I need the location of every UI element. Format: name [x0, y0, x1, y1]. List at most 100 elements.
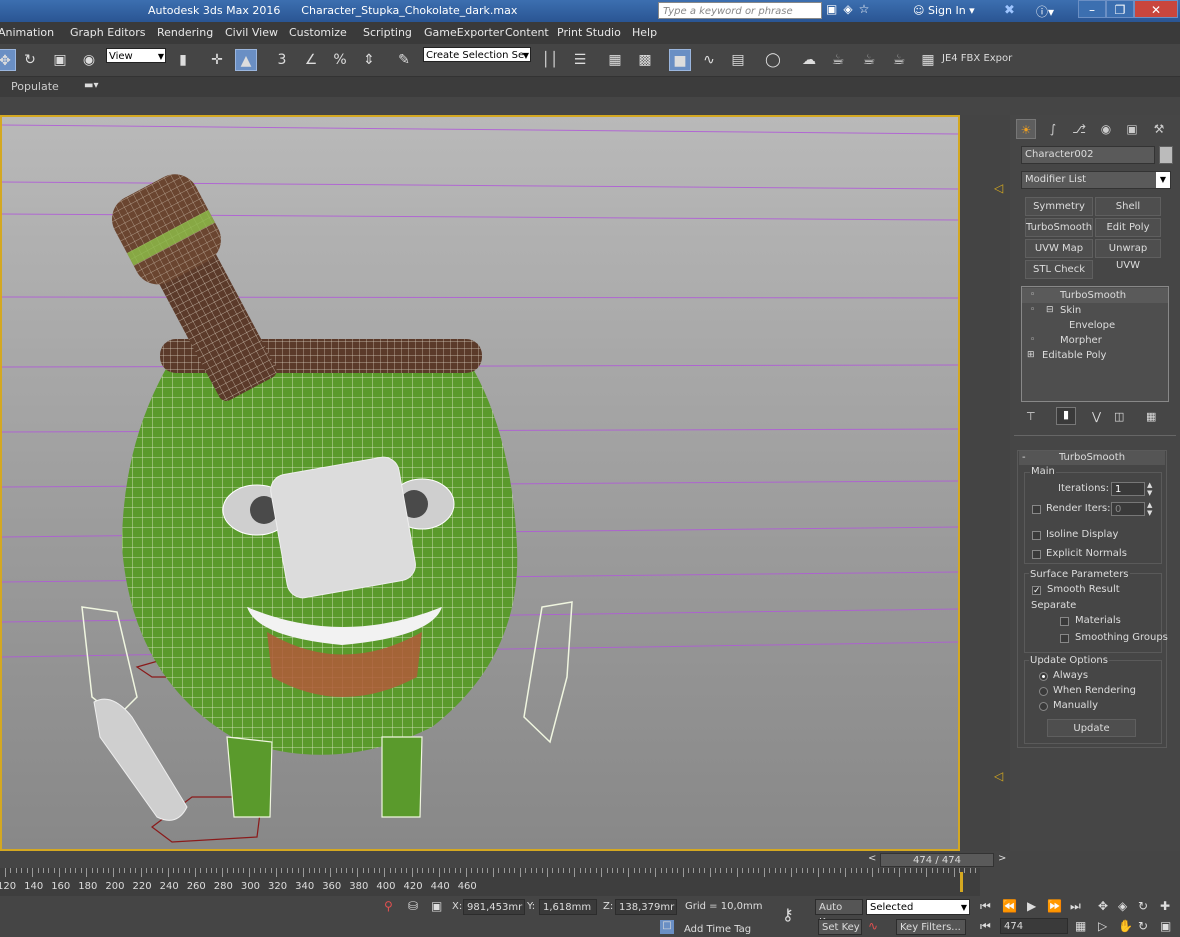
menu-customize[interactable]: Customize [289, 26, 347, 39]
menu-help[interactable]: Help [632, 26, 657, 39]
materials-checkbox[interactable] [1060, 617, 1069, 626]
menu-rendering[interactable]: Rendering [157, 26, 213, 39]
menu-print-studio[interactable]: Print Studio [557, 26, 621, 39]
minimize-button[interactable]: – [1078, 0, 1106, 18]
arc-rotate-icon[interactable]: ↻ [1138, 919, 1148, 933]
next-key-icon[interactable]: ⏩ [1047, 899, 1062, 913]
modifier-list-dropdown[interactable]: Modifier List ▼ [1021, 171, 1171, 189]
render-iters-spinner[interactable]: 0 [1111, 502, 1145, 516]
reference-coord-select[interactable]: View ▼ [106, 48, 166, 63]
named-selection-select[interactable]: Create Selection Se ▼ [423, 47, 531, 62]
zoom-icon[interactable]: ✥ [1098, 899, 1108, 913]
pivot-icon[interactable]: ▮ [172, 49, 194, 71]
ribbon-toggle-icon[interactable]: ■ [669, 49, 691, 71]
rotate-icon[interactable]: ↻ [19, 49, 41, 71]
menu-gameexporter[interactable]: GameExporter [424, 26, 504, 39]
pan-icon[interactable]: ✋ [1118, 919, 1133, 933]
key-tangent-icon[interactable]: ∿ [868, 919, 878, 933]
make-unique-icon[interactable]: ⋁ [1092, 410, 1101, 423]
y-coordinate-field[interactable]: 1,618mm [539, 899, 597, 915]
sign-in-link[interactable]: ☺ Sign In ▾ [913, 4, 975, 17]
object-name-field[interactable]: Character002 [1021, 146, 1155, 164]
maximize-viewport-icon[interactable]: ✚ [1160, 899, 1170, 913]
rollout-header[interactable]: - TurboSmooth [1019, 451, 1165, 465]
key-mode-toggle-icon[interactable]: ⏮ [980, 919, 991, 934]
menu-content[interactable]: Content [505, 26, 549, 39]
menu-graph-editors[interactable]: Graph Editors [70, 26, 146, 39]
prev-frame-icon[interactable]: < [868, 853, 876, 864]
fbx-export-icon[interactable]: ▦ [917, 49, 939, 71]
layer-manager-icon[interactable]: ▦ [604, 49, 626, 71]
symmetry-button[interactable]: Symmetry [1025, 197, 1093, 216]
populate-tab[interactable]: Populate [11, 80, 59, 93]
configure-sets-icon[interactable]: ▦ [1146, 410, 1156, 423]
stack-item-turbosmooth[interactable]: ◦ TurboSmooth [1022, 288, 1168, 303]
menu-scripting[interactable]: Scripting [363, 26, 412, 39]
edit-named-sel-icon[interactable]: ✎ [393, 49, 415, 71]
when-rendering-radio[interactable] [1039, 687, 1048, 696]
snap-3d-icon[interactable]: 3 [271, 49, 293, 71]
spinner-arrows-icon[interactable]: ▲ ▼ [1147, 501, 1152, 517]
schematic-view-icon[interactable]: ▤ [727, 49, 749, 71]
stack-item-skin[interactable]: ◦ ⊟ Skin [1022, 303, 1168, 318]
menu-animation[interactable]: Animation [0, 26, 54, 39]
hierarchy-tab-icon[interactable]: ⎇ [1069, 119, 1089, 139]
set-key-button[interactable]: Set Key [818, 919, 862, 935]
key-mode-select[interactable]: Selected ▼ [866, 899, 970, 915]
material-editor-icon[interactable]: ◯ [762, 49, 784, 71]
ribbon-options-icon[interactable]: ▬▾ [84, 80, 98, 91]
track-bar[interactable]: 120 140 160 180 200 220 240 260 280 300 320 340 360 3… [0, 868, 980, 896]
key-filters-button[interactable]: Key Filters... [896, 919, 966, 935]
smoothing-groups-checkbox[interactable] [1060, 634, 1069, 643]
render-iters-checkbox[interactable] [1032, 505, 1041, 514]
stack-item-envelope[interactable]: Envelope [1022, 318, 1168, 333]
motion-tab-icon[interactable]: ◉ [1096, 119, 1116, 139]
render-icon[interactable]: ☕ [858, 49, 880, 71]
stack-item-editable-poly[interactable]: ⊞ Editable Poly [1022, 348, 1168, 363]
render-setup-icon[interactable]: ☁ [798, 49, 820, 71]
always-radio[interactable] [1039, 672, 1048, 681]
percent-snap-icon[interactable]: % [329, 49, 351, 71]
object-color-swatch[interactable] [1159, 146, 1173, 164]
go-to-end-icon[interactable]: ⏭ [1070, 899, 1081, 914]
auto-key-button[interactable]: Auto Key [815, 899, 863, 928]
update-button[interactable]: Update [1047, 719, 1136, 737]
maximize-button[interactable]: ❐ [1106, 0, 1134, 18]
utilities-tab-icon[interactable]: ⚒ [1149, 119, 1169, 139]
edit-poly-button[interactable]: Edit Poly [1095, 218, 1161, 237]
curve-editor-icon[interactable]: ∿ [698, 49, 720, 71]
render-iterative-icon[interactable]: ☕ [888, 49, 910, 71]
remove-modifier-icon[interactable]: ◫ [1114, 410, 1124, 423]
scale-icon[interactable]: ▣ [49, 49, 71, 71]
uvw-map-button[interactable]: UVW Map [1025, 239, 1093, 258]
manipulate-icon[interactable]: ▲ [235, 49, 257, 71]
star-icon[interactable]: ☆ [859, 2, 870, 16]
previous-key-icon[interactable]: ⏪ [1002, 899, 1017, 913]
manually-radio[interactable] [1039, 702, 1048, 711]
spinner-snap-icon[interactable]: ⇕ [358, 49, 380, 71]
stl-check-button[interactable]: STL Check [1025, 260, 1093, 279]
zoom-all-icon[interactable]: ◈ [1118, 899, 1127, 913]
smooth-result-checkbox[interactable]: ✓ [1032, 586, 1041, 596]
close-button[interactable]: ✕ [1134, 0, 1178, 18]
search-input[interactable]: Type a keyword or phrase [658, 2, 822, 19]
spinner-arrows-icon[interactable]: ▲ ▼ [1147, 481, 1152, 497]
orbit-icon[interactable]: ↻ [1138, 899, 1148, 913]
x-exchange-icon[interactable]: ✖ [1004, 3, 1015, 18]
absolute-mode-icon[interactable]: ▣ [431, 899, 442, 913]
binoculars-icon[interactable]: ▣ [826, 2, 837, 16]
turbosmooth-button[interactable]: TurboSmooth [1025, 218, 1093, 237]
play-icon[interactable]: ▶ [1027, 899, 1036, 913]
scene-explorer-icon[interactable]: ▩ [634, 49, 656, 71]
mirror-icon[interactable]: ││ [539, 49, 561, 71]
pin-stack-icon[interactable]: ⊤ [1026, 410, 1036, 423]
isoline-display-checkbox[interactable] [1032, 531, 1041, 540]
x-coordinate-field[interactable]: 981,453mr [463, 899, 525, 915]
shell-button[interactable]: Shell [1095, 197, 1161, 216]
perspective-viewport[interactable] [0, 115, 960, 851]
time-slider-thumb[interactable]: 474 / 474 [880, 853, 994, 867]
explicit-normals-checkbox[interactable] [1032, 550, 1041, 559]
pin-icon[interactable]: ⚲ [384, 899, 393, 913]
next-frame-icon[interactable]: > [998, 853, 1006, 864]
angle-snap-icon[interactable]: ∠ [300, 49, 322, 71]
